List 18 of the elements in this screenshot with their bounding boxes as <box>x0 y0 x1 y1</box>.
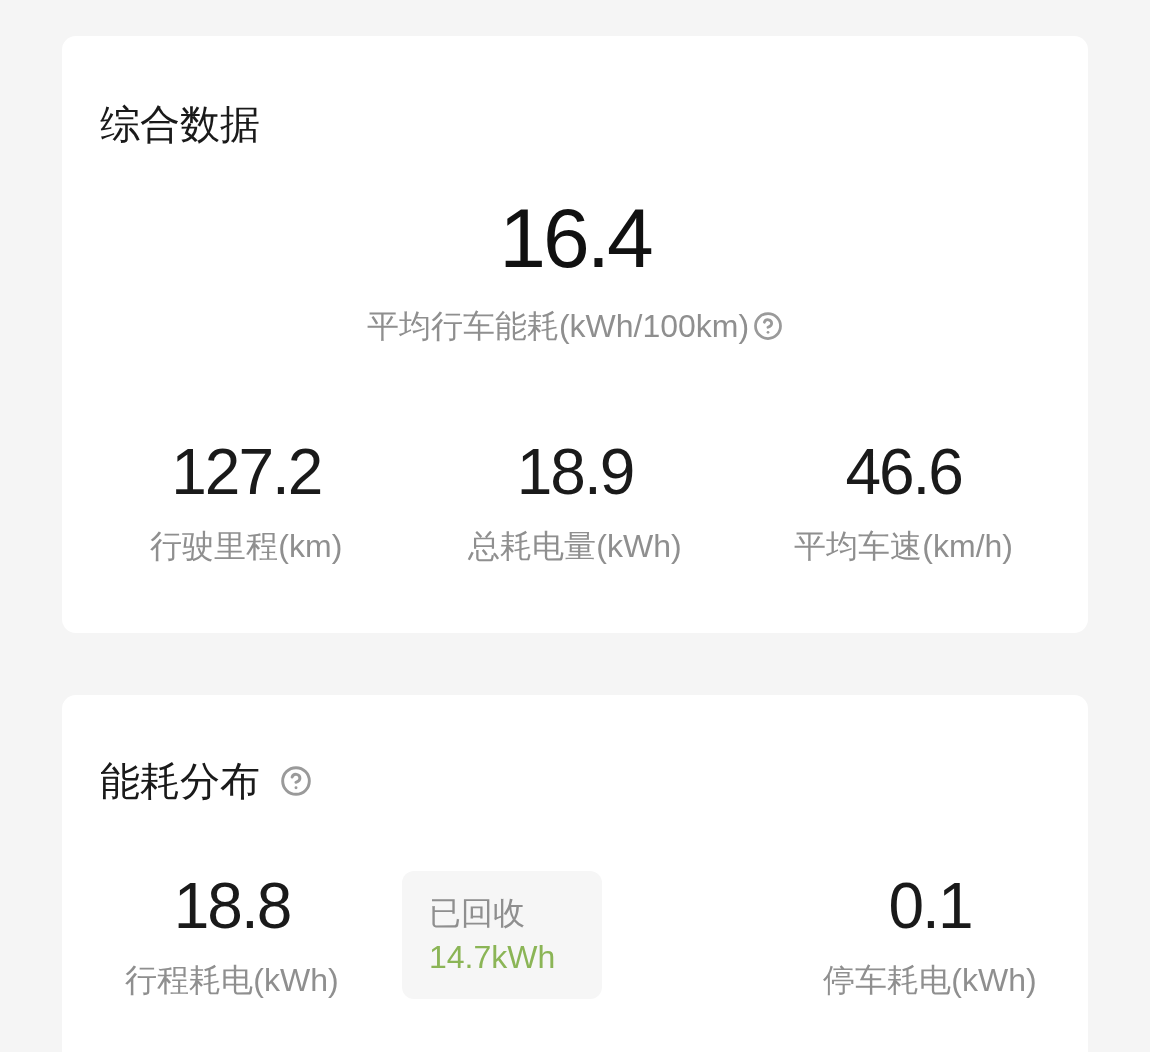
card-title: 综合数据 <box>100 104 260 144</box>
recovered-label: 已回收 <box>429 897 526 929</box>
stat-value: 0.1 <box>888 874 972 938</box>
stat-label: 行程耗电(kWh) <box>125 964 339 996</box>
stat-label: 停车耗电(kWh) <box>823 964 1037 996</box>
stat-value: 18.9 <box>516 440 634 504</box>
help-icon[interactable] <box>280 765 312 797</box>
stat-label: 行驶里程(km) <box>150 530 343 562</box>
main-value: 16.4 <box>499 196 651 280</box>
stat-value: 127.2 <box>171 440 322 504</box>
stat-value: 46.6 <box>845 440 962 504</box>
stat-label: 总耗电量(kWh) <box>468 530 682 562</box>
stat-value: 18.8 <box>173 874 291 938</box>
card-title: 能耗分布 <box>100 761 260 801</box>
stat-label: 平均车速(km/h) <box>794 530 1013 562</box>
main-label: 平均行车能耗(kWh/100km) <box>366 310 750 342</box>
help-icon[interactable] <box>753 311 784 341</box>
recovered-value: 14.7kWh <box>429 941 557 973</box>
